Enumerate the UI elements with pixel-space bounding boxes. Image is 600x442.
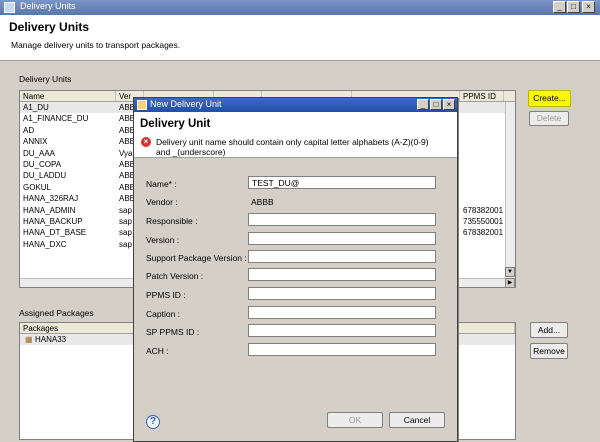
dialog-app-icon (137, 100, 147, 110)
delivery-units-label: Delivery Units (19, 74, 72, 84)
cell-ppms (460, 125, 504, 136)
vendor-value: ABBB (251, 197, 274, 207)
window-title: Delivery Units (20, 1, 76, 11)
support-package-version-label: Support Package Version : (146, 253, 247, 263)
col-ppms[interactable]: PPMS ID (460, 91, 504, 101)
cell-ppms (460, 102, 504, 113)
support-package-version-input[interactable] (248, 250, 436, 263)
dialog-maximize-button[interactable]: □ (430, 99, 442, 110)
cell-name: HANA_DT_BASE (23, 228, 87, 238)
ppms-id-label: PPMS ID : (146, 290, 186, 300)
delete-button[interactable]: Delete (529, 111, 569, 126)
name-label: Name* : (146, 179, 177, 189)
sp-ppms-id-input[interactable] (248, 324, 436, 337)
cell-ppms: 735550001 (463, 216, 504, 226)
package-icon: ▦ (25, 335, 32, 344)
new-delivery-unit-dialog: New Delivery Unit _ □ × Delivery Unit × … (133, 97, 458, 442)
dialog-heading: Delivery Unit (140, 118, 211, 130)
ach-input[interactable] (248, 343, 436, 356)
cell-ppms (460, 159, 504, 170)
cell-name: DU_AAA (23, 148, 56, 158)
page-title: Delivery Units (9, 20, 90, 34)
error-icon: × (141, 137, 151, 147)
cell-ppms (460, 193, 504, 204)
dialog-minimize-button[interactable]: _ (417, 99, 429, 110)
version-input[interactable] (248, 232, 436, 245)
cell-ppms (460, 182, 504, 193)
add-button[interactable]: Add... (530, 322, 568, 338)
patch-version-input[interactable] (248, 268, 436, 281)
error-message: Delivery unit name should contain only c… (156, 137, 429, 157)
caption-label: Caption : (146, 309, 181, 319)
create-button[interactable]: Create... (528, 90, 571, 107)
patch-version-label: Patch Version : (146, 271, 204, 281)
cell-name: DU_COPA (23, 159, 62, 169)
cell-name: A1_DU (23, 103, 49, 112)
cell-name: HANA_326RAJ (23, 194, 79, 204)
maximize-button[interactable]: □ (567, 1, 580, 13)
cell-ppms (460, 136, 504, 147)
cell-name: AD (23, 125, 35, 135)
cell-ppms: 678382001 (463, 228, 504, 238)
name-input[interactable]: TEST_DU@ (248, 176, 436, 189)
cell-name: DU_LADDU (23, 171, 67, 181)
minimize-button[interactable]: _ (553, 1, 566, 13)
dialog-close-button[interactable]: × (443, 99, 455, 110)
caption-input[interactable] (248, 306, 436, 319)
vertical-scrollbar[interactable] (505, 102, 515, 278)
window-titlebar: Delivery Units _ □ × (0, 0, 600, 15)
assigned-packages-label: Assigned Packages (19, 308, 94, 318)
page-description: Manage delivery units to transport packa… (11, 40, 181, 50)
cell-name: A1_FINANCE_DU (23, 114, 89, 124)
cell-ppms (460, 113, 504, 124)
responsible-label: Responsible : (146, 216, 198, 226)
cell-name: GOKUL (23, 182, 52, 192)
cell-ppms (460, 239, 504, 250)
app-icon (4, 2, 15, 13)
ppms-id-input[interactable] (248, 287, 436, 300)
ach-label: ACH : (146, 346, 169, 356)
cell-ppms (460, 148, 504, 159)
close-button[interactable]: × (582, 1, 595, 13)
cell-name: HANA_DXC (23, 239, 67, 249)
cell-ppms: 678382001 (463, 205, 504, 215)
ok-button[interactable]: OK (327, 412, 383, 428)
version-label: Version : (146, 235, 180, 245)
cell-name: ANNIX (23, 137, 48, 147)
cancel-button[interactable]: Cancel (389, 412, 445, 428)
dialog-titlebar: New Delivery Unit _ □ × (134, 98, 457, 112)
cell-name: HANA_BACKUP (23, 216, 83, 226)
responsible-input[interactable] (248, 213, 436, 226)
dialog-header: Delivery Unit × Delivery unit name shoul… (134, 112, 457, 158)
sp-ppms-id-label: SP PPMS ID : (146, 327, 200, 337)
remove-button[interactable]: Remove (530, 343, 568, 359)
scroll-right-arrow-icon[interactable]: ▶ (505, 278, 515, 287)
scroll-down-arrow-icon[interactable]: ▼ (505, 267, 515, 277)
help-icon[interactable]: ? (146, 415, 160, 429)
package-name: HANA33 (35, 335, 67, 344)
cell-ppms (460, 170, 504, 181)
vendor-label: Vendor : (146, 197, 178, 207)
cell-name: HANA_ADMIN (23, 205, 76, 215)
page-header: Delivery Units Manage delivery units to … (0, 15, 600, 61)
col-name[interactable]: Name (20, 91, 116, 101)
dialog-title: New Delivery Unit (150, 99, 222, 109)
